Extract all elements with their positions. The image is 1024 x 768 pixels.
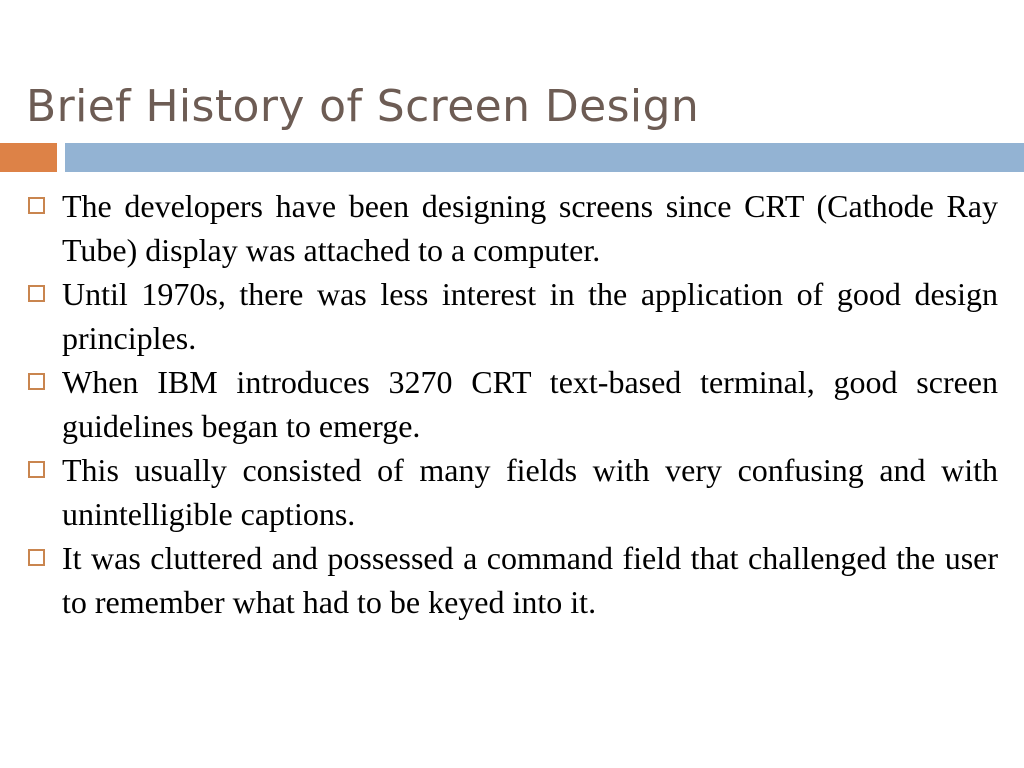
hollow-square-bullet-icon [28, 461, 45, 478]
divider-bar [65, 143, 1024, 172]
list-item-text: It was cluttered and possessed a command… [62, 540, 998, 620]
divider-accent-block [0, 143, 57, 172]
list-item: The developers have been designing scree… [0, 184, 1024, 272]
bullet-list: The developers have been designing scree… [0, 184, 1024, 624]
list-item-text: Until 1970s, there was less interest in … [62, 276, 998, 356]
page-title: Brief History of Screen Design [26, 81, 700, 133]
list-item-text: When IBM introduces 3270 CRT text-based … [62, 364, 998, 444]
list-item: This usually consisted of many fields wi… [0, 448, 1024, 536]
hollow-square-bullet-icon [28, 197, 45, 214]
hollow-square-bullet-icon [28, 549, 45, 566]
hollow-square-bullet-icon [28, 285, 45, 302]
hollow-square-bullet-icon [28, 373, 45, 390]
list-item: When IBM introduces 3270 CRT text-based … [0, 360, 1024, 448]
list-item-text: This usually consisted of many fields wi… [62, 452, 998, 532]
title-divider [0, 143, 1024, 172]
list-item-text: The developers have been designing scree… [62, 188, 998, 268]
list-item: It was cluttered and possessed a command… [0, 536, 1024, 624]
slide: Brief History of Screen Design The devel… [0, 0, 1024, 768]
list-item: Until 1970s, there was less interest in … [0, 272, 1024, 360]
